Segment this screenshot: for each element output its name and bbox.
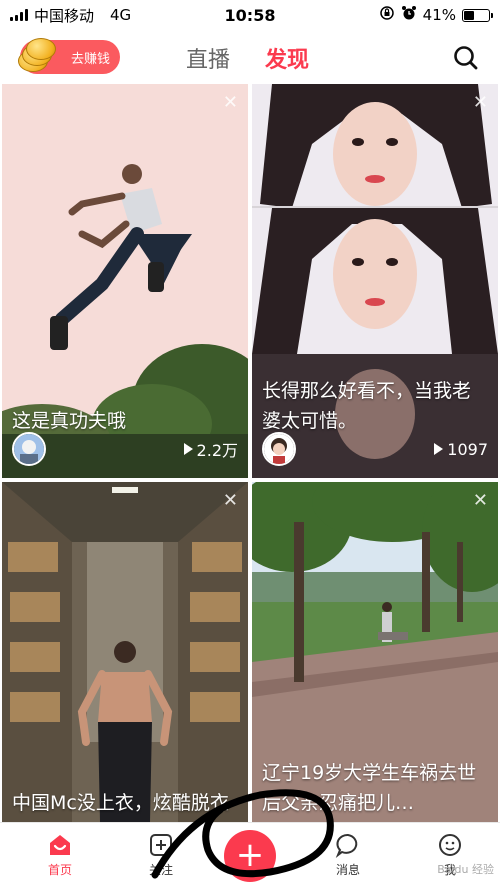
earn-money-button[interactable]: 去赚钱	[20, 40, 120, 74]
card-caption: 辽宁19岁大学生车祸去世后父亲忍痛把儿…	[262, 758, 488, 818]
video-card[interactable]: ✕ 中国Mc没上衣，炫酷脱衣	[2, 482, 248, 822]
carrier-label: 中国移动	[34, 5, 94, 26]
nav-follow[interactable]: 关注	[131, 831, 191, 878]
nav-home[interactable]: 首页	[30, 831, 90, 878]
nav-messages-label: 消息	[336, 863, 360, 877]
watermark: Baidu 经验	[437, 861, 494, 877]
dismiss-icon[interactable]: ✕	[223, 490, 238, 511]
view-count: 2.2万	[184, 437, 238, 461]
tab-live[interactable]: 直播	[186, 42, 230, 74]
dismiss-icon[interactable]: ✕	[473, 490, 488, 511]
video-thumbnail	[2, 482, 248, 822]
profile-icon	[436, 831, 464, 859]
play-icon	[434, 443, 443, 455]
nav-messages[interactable]: 消息	[318, 831, 378, 878]
avatar[interactable]	[262, 432, 296, 466]
status-bar: 中国移动 4G 10:58 41%	[0, 0, 500, 30]
dismiss-icon[interactable]: ✕	[473, 92, 488, 113]
view-count: 1097	[434, 440, 488, 459]
home-icon	[46, 831, 74, 859]
signal-icon	[10, 9, 28, 21]
avatar[interactable]	[12, 432, 46, 466]
follow-icon	[147, 831, 175, 859]
battery-icon	[462, 9, 490, 22]
coins-icon	[16, 38, 60, 76]
play-icon	[184, 443, 193, 455]
video-card[interactable]: ✕ 长得那么好看不，当我老婆太可惜。 1097	[252, 84, 498, 478]
nav-home-label: 首页	[48, 863, 72, 877]
dismiss-icon[interactable]: ✕	[223, 92, 238, 113]
clock: 10:58	[225, 6, 276, 25]
search-icon[interactable]	[452, 44, 480, 72]
card-caption: 中国Mc没上衣，炫酷脱衣	[12, 788, 238, 818]
battery-percent: 41%	[423, 6, 456, 24]
earn-money-label: 去赚钱	[71, 48, 110, 67]
message-icon	[334, 831, 362, 859]
alarm-icon	[401, 5, 417, 25]
video-card[interactable]: ✕ 辽宁19岁大学生车祸去世后父亲忍痛把儿…	[252, 482, 498, 822]
post-button[interactable]: +	[224, 830, 276, 882]
network-label: 4G	[110, 6, 131, 24]
rotation-lock-icon	[379, 5, 395, 25]
card-caption: 长得那么好看不，当我老婆太可惜。	[262, 376, 488, 436]
nav-follow-label: 关注	[149, 863, 173, 877]
video-card[interactable]: ✕ 这是真功夫哦 2.2万	[2, 84, 248, 478]
tab-discover[interactable]: 发现	[265, 42, 309, 74]
top-nav: 去赚钱 直播 发现	[0, 32, 500, 82]
